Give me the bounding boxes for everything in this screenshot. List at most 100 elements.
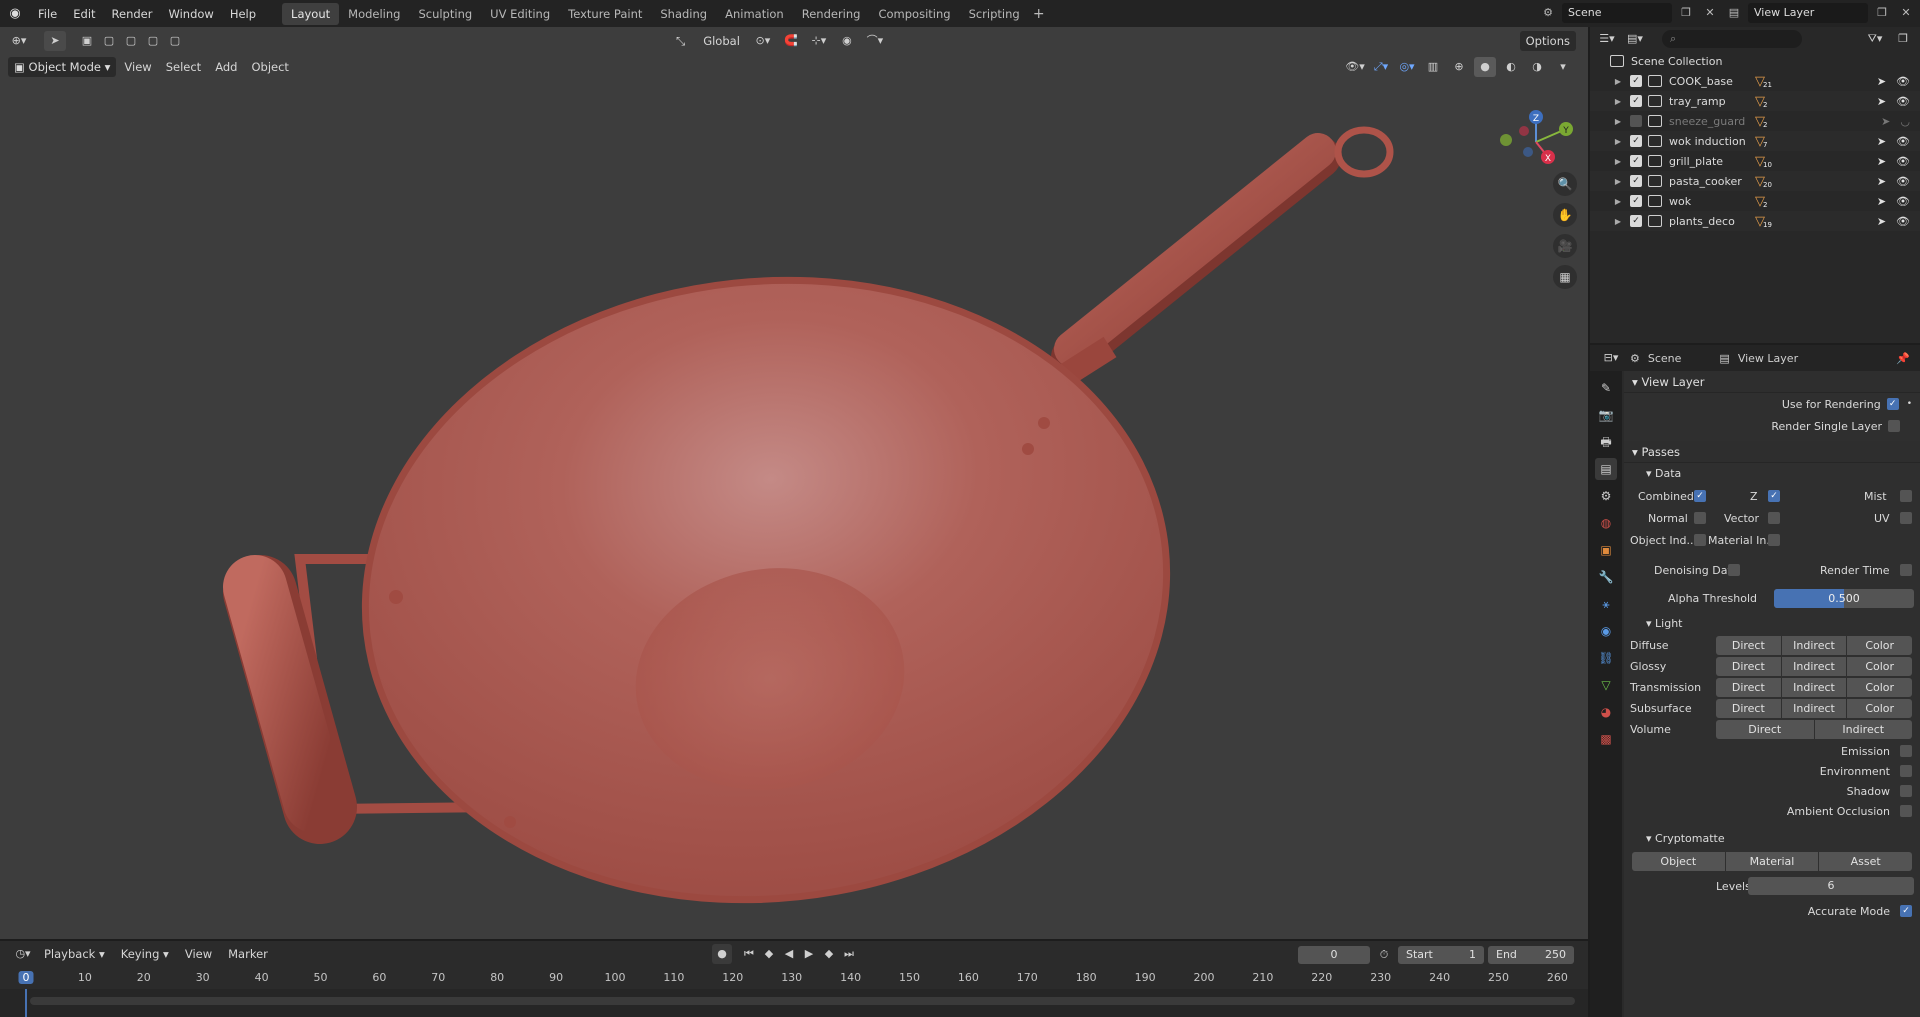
options-dropdown[interactable]: Options <box>1519 31 1576 51</box>
prev-keyframe-icon[interactable]: ◆ <box>760 944 778 964</box>
visibility-eye-icon[interactable]: 👁 <box>1896 75 1910 88</box>
visibility-eye-icon[interactable]: 👁 <box>1896 195 1910 208</box>
start-frame-field[interactable]: Start 1 <box>1398 946 1484 964</box>
scene-icon[interactable]: ⚙ <box>1538 3 1558 23</box>
tab-uv-editing[interactable]: UV Editing <box>481 3 559 25</box>
expand-arrow-icon[interactable]: ▶ <box>1610 137 1626 146</box>
wireframe-shading-icon[interactable]: ⊕ <box>1448 57 1470 77</box>
playhead[interactable] <box>25 989 27 1017</box>
scene-field[interactable]: Scene <box>1562 3 1672 23</box>
menu-help[interactable]: Help <box>222 3 264 25</box>
crypto-material-button[interactable]: Material <box>1725 851 1819 871</box>
exclude-checkbox[interactable]: ✓ <box>1630 215 1642 227</box>
view-layer-tab-icon[interactable]: ▤ <box>1595 458 1617 480</box>
light-pass-button[interactable]: Color <box>1847 677 1913 697</box>
light-pass-button[interactable]: Indirect <box>1814 719 1912 739</box>
view-layer-icon[interactable]: ▤ <box>1724 3 1744 23</box>
light-pass-button[interactable]: Direct <box>1716 677 1781 697</box>
output-tab-icon[interactable]: 🖶 <box>1595 431 1617 453</box>
use-for-rendering-checkbox[interactable]: ✓ <box>1886 398 1899 410</box>
frame-ruler[interactable]: 0 10 20 30 40 50 60 70 80 90 100 110 120 130 140 150 160… <box>0 969 1588 989</box>
view-menu[interactable]: View <box>118 57 157 77</box>
light-pass-button[interactable]: Indirect <box>1781 656 1847 676</box>
light-pass-button[interactable]: Direct <box>1716 635 1781 655</box>
exclude-checkbox[interactable]: ✓ <box>1630 135 1642 147</box>
select-toggle-icon[interactable]: ➤ <box>1877 155 1886 168</box>
outliner-editor-icon[interactable]: ☰▾ <box>1596 29 1618 49</box>
stopwatch-icon[interactable]: ⏱ <box>1374 945 1394 965</box>
expand-arrow-icon[interactable]: ▶ <box>1610 117 1626 126</box>
expand-arrow-icon[interactable]: ▶ <box>1610 157 1626 166</box>
render-tab-icon[interactable]: 📷 <box>1595 404 1617 426</box>
add-workspace-button[interactable]: + <box>1029 3 1049 25</box>
outliner-row[interactable]: ▶ ✓ wok induction ▽ 7 ➤ 👁 <box>1590 131 1920 151</box>
select-toggle-icon[interactable]: ➤ <box>1877 95 1886 108</box>
transform-orientation-dropdown[interactable]: Global <box>697 31 746 51</box>
accurate-mode-checkbox[interactable]: ✓ <box>1900 905 1912 917</box>
z-checkbox[interactable]: ✓ <box>1768 490 1780 502</box>
keyframe-dot-icon[interactable]: • <box>1907 399 1912 409</box>
object-index-checkbox[interactable] <box>1694 534 1706 546</box>
tab-sculpting[interactable]: Sculpting <box>409 3 481 25</box>
exclude-checkbox[interactable]: ✓ <box>1630 195 1642 207</box>
select-mode-subtract-icon[interactable]: ▢ <box>120 31 142 51</box>
editor-type-icon[interactable]: ⊕▾ <box>8 31 30 51</box>
perspective-grid-icon[interactable]: ▦ <box>1553 265 1577 289</box>
expand-arrow-icon[interactable]: ▶ <box>1610 197 1626 206</box>
outliner-row[interactable]: ▶ ✓ COOK_base ▽ 21 ➤ 👁 <box>1590 71 1920 91</box>
outliner-row[interactable]: ▶ ✓ pasta_cooker ▽ 20 ➤ 👁 <box>1590 171 1920 191</box>
record-icon[interactable]: ● <box>712 944 732 964</box>
pin-icon[interactable]: 📌 <box>1896 352 1910 365</box>
new-scene-icon[interactable]: ❐ <box>1676 3 1696 23</box>
menu-file[interactable]: File <box>30 3 65 25</box>
light-pass-button[interactable]: Color <box>1847 698 1913 718</box>
outliner-search-input[interactable]: ⌕ <box>1662 30 1802 48</box>
menu-render[interactable]: Render <box>104 3 161 25</box>
view-layer-field[interactable]: View Layer <box>1748 3 1868 23</box>
outliner-row[interactable]: ▶ sneeze_guard ▽ 2 ➤ ◡ <box>1590 111 1920 131</box>
material-index-checkbox[interactable] <box>1768 534 1780 546</box>
marker-menu[interactable]: Marker <box>222 944 274 964</box>
vector-checkbox[interactable] <box>1768 512 1780 524</box>
data-subpanel[interactable]: ▾ Data <box>1624 463 1920 485</box>
light-pass-button[interactable]: Indirect <box>1781 698 1847 718</box>
exclude-checkbox[interactable]: ✓ <box>1630 155 1642 167</box>
collection-name[interactable]: COOK_base <box>1669 75 1755 88</box>
uv-checkbox[interactable] <box>1900 512 1912 524</box>
crypto-object-button[interactable]: Object <box>1632 851 1725 871</box>
tab-scripting[interactable]: Scripting <box>960 3 1029 25</box>
shadow-checkbox[interactable] <box>1900 785 1912 797</box>
combined-checkbox[interactable]: ✓ <box>1694 490 1706 502</box>
zoom-icon[interactable]: 🔍 <box>1553 172 1577 196</box>
visibility-eye-icon[interactable]: ◡ <box>1900 115 1910 128</box>
light-pass-button[interactable]: Direct <box>1716 656 1781 676</box>
tab-compositing[interactable]: Compositing <box>869 3 959 25</box>
cryptomatte-subpanel[interactable]: ▾ Cryptomatte <box>1624 828 1920 850</box>
view-layer-breadcrumb[interactable]: View Layer <box>1738 352 1798 365</box>
menu-edit[interactable]: Edit <box>65 3 103 25</box>
delete-view-layer-icon[interactable]: ✕ <box>1896 3 1916 23</box>
delete-scene-icon[interactable]: ✕ <box>1700 3 1720 23</box>
new-view-layer-icon[interactable]: ❐ <box>1872 3 1892 23</box>
scene-breadcrumb[interactable]: Scene <box>1648 352 1682 365</box>
select-menu[interactable]: Select <box>160 57 207 77</box>
select-toggle-icon[interactable]: ➤ <box>1877 195 1886 208</box>
constraints-tab-icon[interactable]: ⛓ <box>1595 647 1617 669</box>
expand-arrow-icon[interactable]: ▶ <box>1610 217 1626 226</box>
tab-texture-paint[interactable]: Texture Paint <box>559 3 651 25</box>
expand-arrow-icon[interactable]: ▶ <box>1610 77 1626 86</box>
select-mode-new-icon[interactable]: ▣ <box>76 31 98 51</box>
physics-tab-icon[interactable]: ◉ <box>1595 620 1617 642</box>
xray-toggle-icon[interactable]: ▥ <box>1422 57 1444 77</box>
jump-start-icon[interactable]: ⏮ <box>740 944 758 964</box>
object-tab-icon[interactable]: ▣ <box>1595 539 1617 561</box>
modifier-tab-icon[interactable]: 🔧 <box>1595 566 1617 588</box>
object-mode-dropdown[interactable]: ▣ Object Mode ▾ <box>8 57 117 77</box>
object-menu[interactable]: Object <box>245 57 294 77</box>
visibility-eye-icon[interactable]: 👁 <box>1896 155 1910 168</box>
current-frame-field[interactable]: 0 <box>1298 946 1370 964</box>
properties-editor-icon[interactable]: ⊟▾ <box>1600 348 1622 368</box>
overlays-toggle-icon[interactable]: ◎▾ <box>1396 57 1418 77</box>
outliner-row[interactable]: ▶ ✓ grill_plate ▽ 10 ➤ 👁 <box>1590 151 1920 171</box>
particles-tab-icon[interactable]: ⚹ <box>1595 593 1617 615</box>
